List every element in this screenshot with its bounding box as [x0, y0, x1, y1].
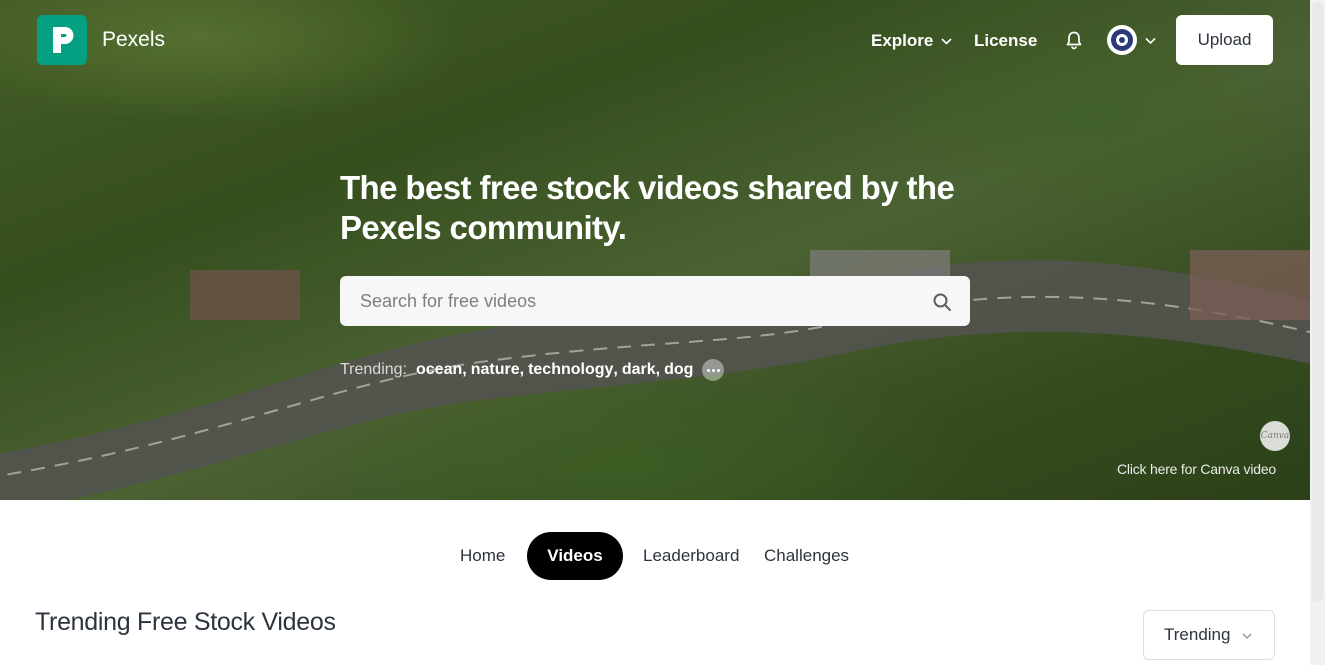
tag-separator: , — [655, 361, 661, 378]
search-input[interactable] — [360, 289, 920, 313]
brand-name[interactable]: Pexels — [102, 28, 165, 52]
sort-select[interactable]: Trending — [1143, 610, 1275, 660]
trending-tag[interactable]: ocean — [416, 361, 462, 379]
page-scrollbar[interactable] — [1310, 0, 1325, 665]
tag-separator: , — [613, 361, 618, 378]
avatar-icon — [1111, 29, 1133, 51]
chevron-down-icon — [941, 37, 952, 45]
hero-banner — [0, 0, 1310, 500]
trending-row: Trending: ocean, nature, technology, dar… — [340, 359, 725, 381]
canva-logo-icon[interactable]: Canva — [1260, 421, 1290, 451]
trending-label: Trending: — [340, 361, 407, 378]
nav-license[interactable]: License — [974, 31, 1037, 51]
sort-select-value: Trending — [1164, 625, 1231, 644]
bell-icon[interactable] — [1064, 30, 1084, 50]
nav-explore[interactable]: Explore — [871, 31, 952, 51]
search-icon[interactable] — [932, 292, 952, 312]
pexels-logo-icon[interactable] — [37, 15, 87, 65]
chevron-down-icon — [1242, 633, 1252, 640]
hero-title: The best free stock videos shared by the… — [340, 169, 955, 246]
tab-leaderboard[interactable]: Leaderboard — [643, 532, 739, 580]
section-title: Trending Free Stock Videos — [35, 608, 336, 636]
trending-tag[interactable]: technology — [528, 361, 613, 379]
more-icon[interactable] — [702, 359, 725, 381]
tab-videos[interactable]: Videos — [527, 532, 623, 580]
scrollbar-thumb[interactable] — [1312, 2, 1323, 602]
avatar[interactable] — [1107, 25, 1137, 55]
trending-tag[interactable]: dark — [622, 361, 656, 379]
tag-separator: , — [519, 361, 525, 378]
hero-overlay — [0, 0, 1310, 500]
tag-separator: , — [462, 361, 467, 378]
search-bar — [340, 276, 970, 326]
chevron-down-icon[interactable] — [1144, 34, 1157, 47]
tab-home[interactable]: Home — [460, 532, 505, 580]
trending-tag[interactable]: dog — [664, 361, 693, 379]
nav-explore-label: Explore — [871, 31, 934, 50]
trending-tag[interactable]: nature — [471, 361, 520, 379]
tab-challenges[interactable]: Challenges — [764, 532, 849, 580]
upload-button[interactable]: Upload — [1176, 15, 1273, 65]
canva-video-link[interactable]: Click here for Canva video — [1117, 461, 1276, 477]
